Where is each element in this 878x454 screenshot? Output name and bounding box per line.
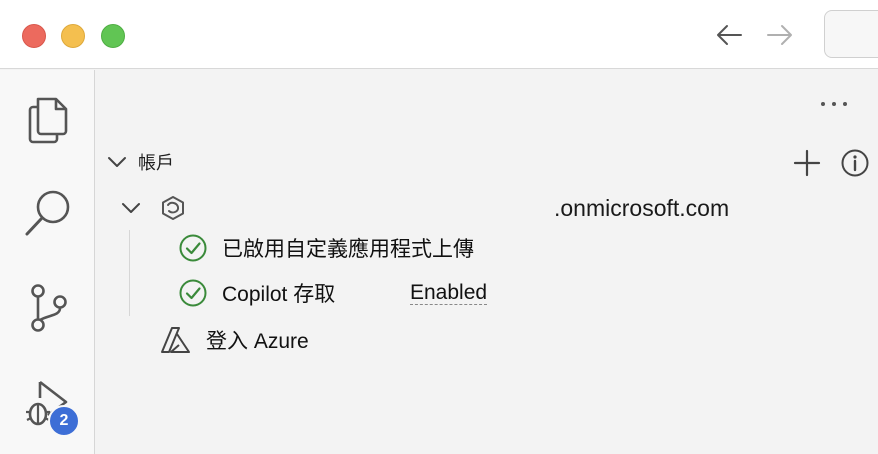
debug-badge: 2: [48, 405, 80, 437]
more-actions-button[interactable]: [818, 92, 850, 116]
account-item[interactable]: .onmicrosoft.com: [118, 188, 878, 228]
nav-forward-button[interactable]: [765, 20, 795, 50]
plus-icon: [793, 149, 821, 177]
check-circle-icon: [178, 233, 208, 263]
title-bar: [0, 0, 878, 69]
arrow-left-icon: [717, 25, 742, 45]
info-button[interactable]: [840, 148, 870, 178]
search-button[interactable]: [0, 173, 95, 253]
explorer-button[interactable]: [0, 79, 95, 159]
files-icon: [28, 97, 67, 144]
minimize-window-button[interactable]: [61, 24, 85, 48]
m365-icon: [160, 195, 186, 221]
chevron-down-icon: [104, 149, 130, 175]
nav-back-button[interactable]: [714, 20, 744, 50]
arrow-right-icon: [767, 25, 792, 45]
azure-sign-in-label: 登入 Azure: [206, 330, 309, 353]
feature-status: Enabled: [410, 280, 488, 305]
tree-indent-guide: [129, 230, 130, 316]
info-icon: [841, 149, 869, 177]
feature-label: 已啟用自定義應用程式上傳: [222, 238, 474, 261]
search-icon: [25, 190, 69, 236]
account-name: .onmicrosoft.com: [554, 194, 730, 221]
section-title: 帳戶: [138, 153, 174, 173]
add-account-button[interactable]: [792, 148, 822, 178]
more-icon: [821, 102, 847, 106]
source-control-button[interactable]: [0, 268, 95, 348]
accounts-panel: 帳戶 .onmicrosoft.com 已啟用自定義應用程式上傳 Copilot…: [96, 70, 878, 454]
accounts-section-header[interactable]: 帳戶: [104, 142, 874, 182]
activity-bar: 2: [0, 70, 95, 454]
source-control-icon: [30, 284, 67, 332]
feature-label: Copilot 存取: [222, 283, 336, 306]
azure-sign-in-item[interactable]: 登入 Azure: [160, 320, 660, 360]
close-window-button[interactable]: [22, 24, 46, 48]
azure-icon: [160, 325, 192, 355]
feature-item-sideloading[interactable]: 已啟用自定義應用程式上傳: [178, 228, 858, 268]
command-center[interactable]: [824, 10, 878, 58]
maximize-window-button[interactable]: [101, 24, 125, 48]
chevron-down-icon: [118, 195, 144, 221]
run-debug-button[interactable]: [0, 364, 95, 444]
feature-item-copilot[interactable]: Copilot 存取 Enabled: [178, 273, 858, 313]
check-circle-icon: [178, 278, 208, 308]
